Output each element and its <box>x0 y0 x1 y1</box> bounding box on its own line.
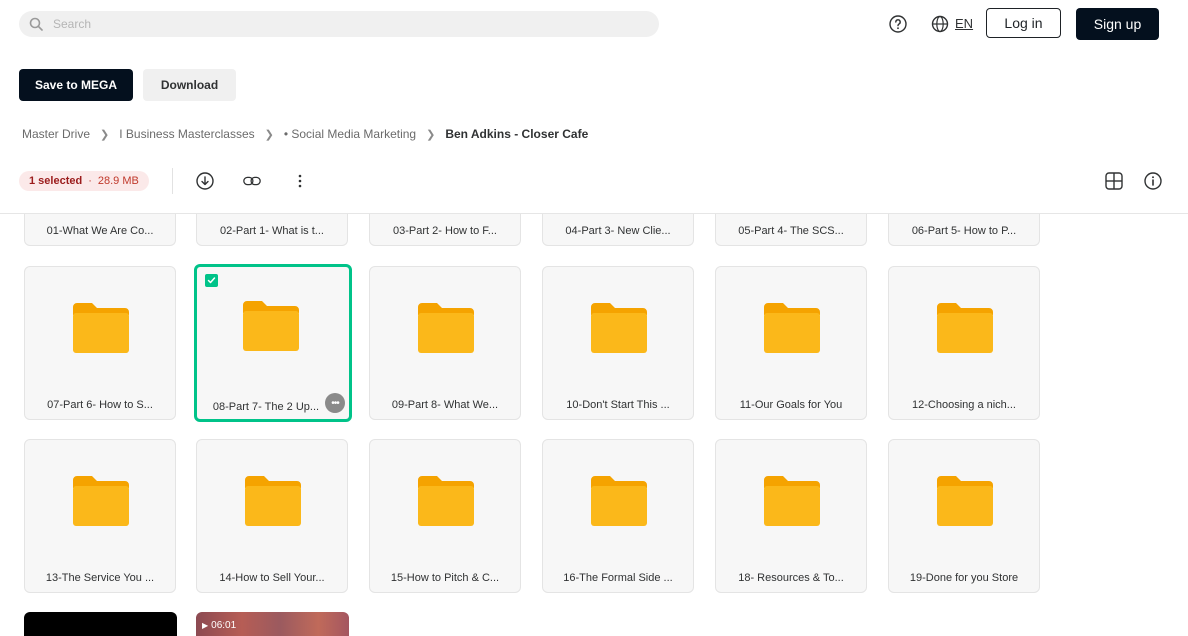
folder-name: 09-Part 8- What We... <box>391 399 499 411</box>
chevron-right-icon: ❯ <box>426 128 436 141</box>
toolbar-divider <box>172 168 173 194</box>
download-button[interactable]: Download <box>143 69 236 101</box>
file-grid: 01-What We Are Co... 02-Part 1- What is … <box>0 214 1188 636</box>
folder-tile[interactable]: 14-How to Sell Your... <box>196 439 348 593</box>
folder-icon <box>764 303 820 353</box>
folder-icon <box>764 476 820 526</box>
folder-icon <box>245 476 301 526</box>
folder-tile[interactable]: 13-The Service You ... <box>24 439 176 593</box>
selection-count: 1 selected <box>29 175 83 187</box>
folder-icon <box>937 303 993 353</box>
grid-view-icon[interactable] <box>1104 171 1124 191</box>
breadcrumb: Master Drive ❯ I Business Masterclasses … <box>22 127 588 141</box>
globe-icon[interactable] <box>930 14 950 34</box>
folder-tile[interactable]: 07-Part 6- How to S... <box>24 266 176 420</box>
folder-tile[interactable]: 01-What We Are Co... <box>24 214 176 246</box>
breadcrumb-item[interactable]: • Social Media Marketing <box>284 127 416 141</box>
folder-name: 07-Part 6- How to S... <box>47 399 153 411</box>
help-icon[interactable] <box>888 14 908 34</box>
folder-tile[interactable]: 11-Our Goals for You <box>715 266 867 420</box>
signup-button[interactable]: Sign up <box>1076 8 1159 40</box>
folder-tile[interactable]: 03-Part 2- How to F... <box>369 214 521 246</box>
checkbox-checked-icon[interactable] <box>205 274 218 287</box>
folder-tile[interactable]: 04-Part 3- New Clie... <box>542 214 694 246</box>
folder-tile[interactable]: 19-Done for you Store <box>888 439 1040 593</box>
video-duration: ▶ 06:01 <box>202 620 237 631</box>
search-icon <box>29 17 43 31</box>
breadcrumb-item[interactable]: Master Drive <box>22 127 90 141</box>
folder-name: 16-The Formal Side ... <box>563 572 673 584</box>
video-thumbnail[interactable] <box>24 612 177 636</box>
chevron-right-icon: ❯ <box>100 128 110 141</box>
folder-tile[interactable]: 16-The Formal Side ... <box>542 439 694 593</box>
folder-tile[interactable]: 12-Choosing a nich... <box>888 266 1040 420</box>
chevron-right-icon: ❯ <box>264 128 274 141</box>
selection-badge: 1 selected · 28.9 MB <box>19 171 149 191</box>
top-bar: EN Log in Sign up <box>0 0 1188 48</box>
folder-tile[interactable]: 18- Resources & To... <box>715 439 867 593</box>
folder-tile-selected[interactable]: 08-Part 7- The 2 Up... ••• <box>194 264 352 422</box>
folder-name: 12-Choosing a nich... <box>912 399 1016 411</box>
folder-name: 13-The Service You ... <box>45 572 155 584</box>
folder-tile[interactable]: 09-Part 8- What We... <box>369 266 521 420</box>
login-button[interactable]: Log in <box>986 8 1061 38</box>
video-thumbnail[interactable]: ▶ 06:01 <box>196 612 349 636</box>
folder-name: 15-How to Pitch & C... <box>390 572 500 584</box>
selection-size: 28.9 MB <box>97 175 139 187</box>
breadcrumb-current: Ben Adkins - Closer Cafe <box>445 127 589 141</box>
folder-tile[interactable]: 02-Part 1- What is t... <box>196 214 348 246</box>
search-bar[interactable] <box>19 11 659 37</box>
folder-name: 10-Don't Start This ... <box>566 399 670 411</box>
folder-icon <box>591 476 647 526</box>
info-icon[interactable] <box>1143 171 1163 191</box>
folder-icon <box>73 303 129 353</box>
folder-tile[interactable]: 15-How to Pitch & C... <box>369 439 521 593</box>
breadcrumb-item[interactable]: I Business Masterclasses <box>119 127 254 141</box>
save-to-mega-button[interactable]: Save to MEGA <box>19 69 133 101</box>
folder-name: 05-Part 4- The SCS... <box>738 225 844 237</box>
folder-name: 03-Part 2- How to F... <box>393 225 497 237</box>
download-icon[interactable] <box>195 171 215 191</box>
folder-icon <box>591 303 647 353</box>
folder-name: 18- Resources & To... <box>738 572 844 584</box>
folder-icon <box>418 303 474 353</box>
folder-name: 01-What We Are Co... <box>46 225 154 237</box>
folder-name: 04-Part 3- New Clie... <box>565 225 671 237</box>
more-vertical-icon[interactable] <box>290 171 310 191</box>
search-input[interactable] <box>51 16 615 32</box>
folder-name: 06-Part 5- How to P... <box>911 225 1017 237</box>
more-options-icon[interactable]: ••• <box>325 393 345 413</box>
language-selector[interactable]: EN <box>955 16 973 31</box>
folder-name: 11-Our Goals for You <box>739 399 843 411</box>
link-icon[interactable] <box>242 171 262 191</box>
folder-icon <box>937 476 993 526</box>
folder-name: 14-How to Sell Your... <box>219 572 325 584</box>
folder-tile[interactable]: 05-Part 4- The SCS... <box>715 214 867 246</box>
folder-name: 02-Part 1- What is t... <box>220 225 324 237</box>
folder-icon <box>418 476 474 526</box>
folder-icon <box>243 301 299 351</box>
folder-name: 19-Done for you Store <box>909 572 1019 584</box>
play-icon: ▶ <box>202 621 209 630</box>
folder-icon <box>73 476 129 526</box>
folder-tile[interactable]: 10-Don't Start This ... <box>542 266 694 420</box>
folder-tile[interactable]: 06-Part 5- How to P... <box>888 214 1040 246</box>
